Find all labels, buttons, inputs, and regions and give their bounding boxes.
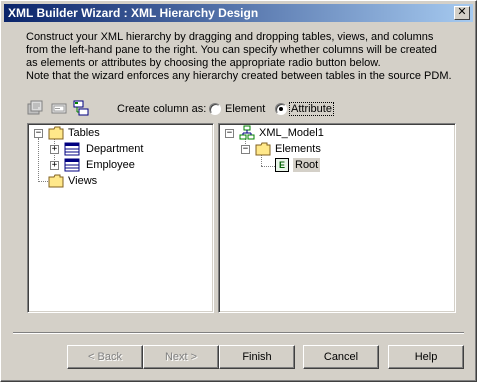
next-button[interactable]: Next >: [143, 345, 219, 369]
cancel-button[interactable]: Cancel: [303, 345, 379, 369]
folder-icon: [255, 142, 271, 156]
properties-icon[interactable]: [27, 100, 43, 116]
tree-line: [38, 181, 48, 182]
xml-model-icon: [239, 125, 255, 140]
back-button[interactable]: < Back: [67, 345, 143, 369]
attribute-radio-label[interactable]: Attribute: [289, 102, 334, 116]
collapse-icon[interactable]: −: [241, 145, 250, 154]
add-element-icon[interactable]: [73, 100, 89, 116]
attribute-radio[interactable]: [275, 103, 287, 115]
tree-line: [261, 166, 275, 167]
close-button[interactable]: ✕: [454, 6, 470, 20]
tree-node-label: Elements: [275, 143, 321, 155]
create-column-label: Create column as:: [117, 103, 207, 115]
folder-icon: [48, 174, 64, 188]
element-radio-label[interactable]: Element: [225, 103, 265, 115]
separator: [13, 332, 464, 334]
tree-node-label: Views: [68, 175, 98, 187]
radio-dot: [279, 107, 283, 111]
table-icon: [64, 142, 80, 156]
tree-node-label: XML_Model1: [259, 127, 324, 139]
collapse-icon[interactable]: −: [225, 129, 234, 138]
tree-node-label: Root: [293, 158, 321, 172]
wizard-window: XML Builder Wizard : XML Hierarchy Desig…: [0, 0, 477, 382]
help-button[interactable]: Help: [388, 345, 464, 369]
table-icon: [64, 158, 80, 172]
expand-icon[interactable]: +: [50, 145, 59, 154]
rename-icon[interactable]: [51, 100, 67, 116]
tree-node-label: Tables: [68, 127, 100, 139]
tree-node-label: Department: [86, 143, 144, 155]
intro-text: Construct your XML hierarchy by dragging…: [26, 31, 452, 82]
folder-icon: [48, 126, 64, 140]
element-radio[interactable]: [209, 103, 221, 115]
tree-line: [38, 138, 39, 182]
xml-hierarchy-pane[interactable]: − XML_Model1 − Elements E Root: [218, 123, 456, 313]
element-icon: E: [275, 158, 289, 172]
tree-node-label: Employee: [86, 159, 135, 171]
title-bar: XML Builder Wizard : XML Hierarchy Desig…: [4, 4, 473, 22]
expand-icon[interactable]: +: [50, 161, 59, 170]
collapse-icon[interactable]: −: [34, 129, 43, 138]
close-icon: ✕: [457, 6, 467, 18]
window-title: XML Builder Wizard : XML Hierarchy Desig…: [8, 6, 259, 20]
source-tree-pane[interactable]: − Tables + Department + Employee Views: [27, 123, 214, 313]
finish-button[interactable]: Finish: [219, 345, 295, 369]
